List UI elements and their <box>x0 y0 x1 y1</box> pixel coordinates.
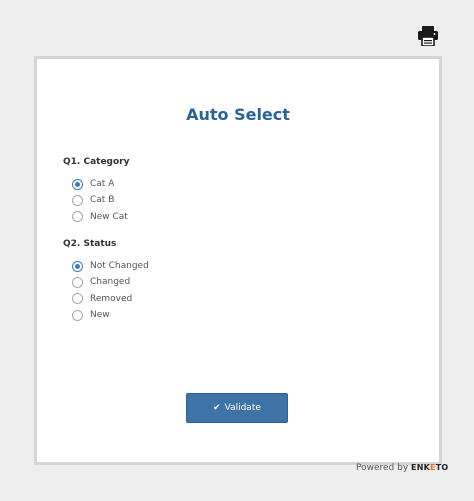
validate-label: Validate <box>224 403 261 413</box>
radio-button[interactable] <box>72 211 83 223</box>
option-label: Cat A <box>90 179 115 190</box>
option-label: Changed <box>90 277 131 288</box>
option-label: New <box>90 310 110 321</box>
radio-button-checked[interactable] <box>72 260 83 272</box>
enketo-logo[interactable]: ENKETO <box>411 463 448 472</box>
form-card: Auto Select Q1. Category Cat A Cat B New… <box>34 56 442 465</box>
radio-button[interactable] <box>72 293 83 305</box>
option-new[interactable]: New <box>72 307 149 323</box>
option-label: Not Changed <box>90 261 149 272</box>
option-not-changed[interactable]: Not Changed <box>72 258 149 274</box>
radio-button-checked[interactable] <box>72 178 83 190</box>
printer-icon <box>418 26 438 47</box>
form-title: Auto Select <box>186 105 290 124</box>
question-status: Q2. Status Not Changed Changed Removed N… <box>63 238 149 323</box>
check-icon: ✔ <box>213 403 221 413</box>
question-label: Q1. Category <box>63 157 130 167</box>
option-label: Cat B <box>90 195 115 206</box>
brand-start: ENK <box>411 463 431 472</box>
radio-button[interactable] <box>72 194 83 206</box>
option-changed[interactable]: Changed <box>72 274 149 290</box>
powered-by-text: Powered by <box>356 463 409 473</box>
radio-button[interactable] <box>72 309 83 321</box>
question-category: Q1. Category Cat A Cat B New Cat <box>63 156 129 225</box>
question-label: Q2. Status <box>63 239 117 249</box>
option-new-cat[interactable]: New Cat <box>72 209 129 225</box>
brand-end: TO <box>435 463 449 472</box>
radio-button[interactable] <box>72 276 83 288</box>
option-label: Removed <box>90 293 133 304</box>
print-button[interactable] <box>417 26 439 47</box>
option-cat-a[interactable]: Cat A <box>72 176 129 192</box>
option-cat-b[interactable]: Cat B <box>72 192 129 208</box>
option-label: New Cat <box>90 211 128 222</box>
option-removed[interactable]: Removed <box>72 291 149 307</box>
validate-button[interactable]: ✔ Validate <box>186 393 288 423</box>
powered-by-footer: Powered by ENKETO <box>356 463 466 473</box>
